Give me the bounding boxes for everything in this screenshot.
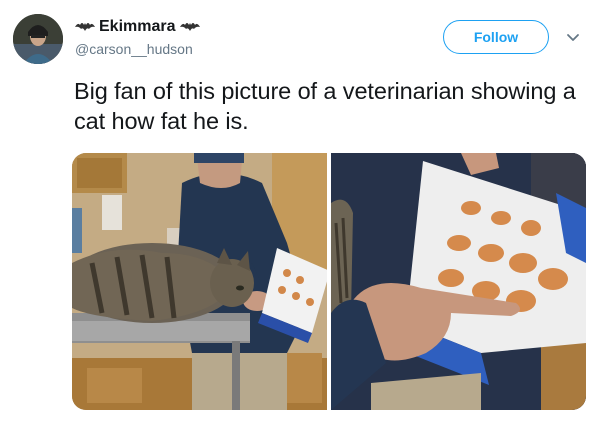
chevron-down-icon[interactable] bbox=[566, 30, 580, 44]
bat-icon bbox=[75, 23, 95, 31]
cat-weight-chart-closeup-photo[interactable] bbox=[331, 153, 586, 410]
tweet-text: Big fan of this picture of a veterinaria… bbox=[74, 78, 576, 134]
avatar-image bbox=[13, 14, 63, 64]
user-handle[interactable]: @carson__hudson bbox=[75, 41, 193, 57]
follow-button[interactable]: Follow bbox=[443, 20, 549, 54]
display-name[interactable]: Ekimmara bbox=[99, 18, 176, 36]
tweet-card: Ekimmara @carson__hudson Follow Big fan … bbox=[0, 0, 600, 424]
vet-with-cat-photo[interactable] bbox=[72, 153, 327, 410]
tweet-media[interactable] bbox=[72, 153, 586, 410]
user-name-row[interactable]: Ekimmara bbox=[75, 16, 200, 38]
bat-icon bbox=[179, 23, 200, 31]
avatar[interactable] bbox=[13, 14, 63, 64]
